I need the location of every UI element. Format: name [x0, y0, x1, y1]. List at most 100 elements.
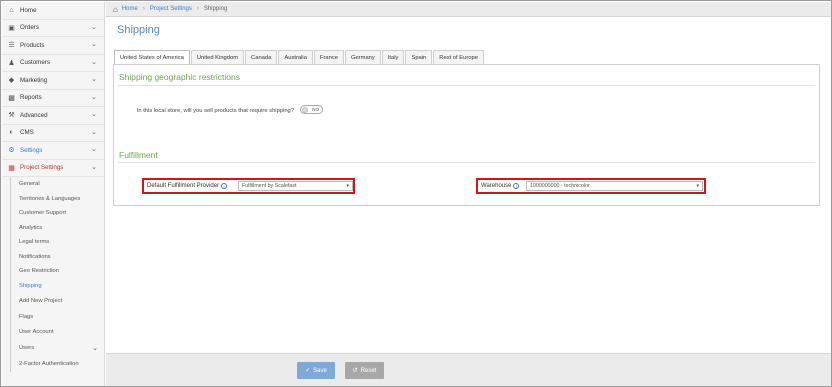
sidebar-item-flags[interactable]: Flags: [10, 308, 104, 325]
submenu-item-territories[interactable]: Territories & Languages: [10, 191, 104, 206]
section-title-restrictions: Shipping geographic restrictions: [119, 72, 240, 82]
sidebar-item-label: Home: [20, 6, 37, 14]
breadcrumb-separator-icon: ›: [196, 6, 199, 12]
app-window: ⌂ Home ▣ Orders ⌄ ☰ Products ⌄ ♟ Custome…: [0, 0, 832, 387]
tag-icon: ◆: [8, 77, 15, 85]
reset-button-label: Reset: [360, 367, 377, 374]
submenu-item-customer-support[interactable]: Customer Support: [10, 206, 104, 221]
sidebar-item-advanced[interactable]: ⚒ Advanced ⌄: [2, 107, 104, 125]
submenu-item-geo-restriction[interactable]: Geo Restriction: [10, 264, 104, 279]
sidebar-item-label: Add New Project: [19, 297, 63, 304]
list-icon: ☰: [8, 42, 15, 50]
sidebar-item-cms[interactable]: ◐ CMS ⌄: [2, 125, 104, 142]
shipping-toggle[interactable]: NO: [300, 105, 323, 114]
main-content: Shipping United States of America United…: [106, 17, 831, 353]
chevron-down-icon: ⌄: [91, 111, 97, 118]
sidebar-item-reports[interactable]: ▩ Reports ⌄: [2, 90, 104, 107]
save-button[interactable]: ✓ Save: [297, 362, 335, 379]
cart-icon: ▣: [8, 24, 15, 32]
breadcrumb-project-settings-link[interactable]: Project Settings: [150, 6, 192, 12]
section-title-fulfillment: Fulfillment: [119, 150, 158, 160]
chevron-down-icon: ⌄: [91, 23, 97, 31]
sidebar-item-home[interactable]: ⌂ Home: [2, 2, 104, 20]
tab-australia[interactable]: Australia: [278, 50, 313, 64]
check-icon: ✓: [305, 368, 311, 374]
fulfillment-provider-select[interactable]: Fulfillment by Scalefast ▾: [238, 181, 353, 191]
sidebar-item-products[interactable]: ☰ Products ⌄: [2, 37, 104, 55]
bar-chart-icon: ▩: [8, 94, 15, 102]
sidebar-item-customers[interactable]: ♟ Customers ⌄: [2, 55, 104, 72]
users-icon: ♟: [8, 59, 15, 67]
sidebar-item-marketing[interactable]: ◆ Marketing ⌄: [2, 72, 104, 90]
sidebar-item-label: Customers: [20, 59, 50, 67]
sidebar-item-label: Flags: [19, 313, 34, 320]
sidebar-item-label: Products: [20, 41, 45, 49]
sidebar-item-label: Reports: [20, 94, 42, 102]
submenu-item-shipping[interactable]: Shipping: [10, 278, 104, 293]
sidebar-item-label: Orders: [20, 24, 39, 32]
toggle-state-label: NO: [312, 107, 319, 112]
section-divider: [118, 85, 815, 86]
select-value: 1000000000 - technicolor: [530, 183, 590, 189]
tab-germany[interactable]: Germany: [344, 50, 381, 64]
tab-france[interactable]: France: [313, 50, 344, 64]
caret-down-icon: ▾: [346, 183, 349, 189]
warehouse-field: Warehouse i 1000000000 - technicolor ▾: [476, 178, 706, 194]
fulfillment-provider-field: Default Fulfillment Provider i Fulfillme…: [142, 178, 355, 194]
breadcrumb: ⌂ Home › Project Settings › Shipping: [106, 2, 831, 17]
page-title: Shipping: [117, 24, 160, 36]
chevron-down-icon: ⌄: [91, 41, 97, 48]
chevron-down-icon: ⌄: [92, 345, 98, 353]
sidebar-item-orders[interactable]: ▣ Orders ⌄: [2, 20, 104, 37]
chevron-down-icon: ⌄: [91, 146, 97, 153]
sidebar-item-2fa[interactable]: 2-Factor Authentication: [10, 356, 104, 372]
home-icon: ⌂: [9, 6, 14, 14]
save-button-label: Save: [313, 367, 327, 374]
sidebar-item-label: CMS: [20, 129, 34, 137]
section-divider: [118, 162, 815, 163]
submenu-item-legal-terms[interactable]: Legal terms: [10, 235, 104, 250]
tab-panel: Shipping geographic restrictions In this…: [113, 64, 820, 206]
tab-rest-of-europe[interactable]: Rest of Europe: [433, 50, 484, 64]
warehouse-label: Warehouse: [481, 183, 512, 189]
breadcrumb-current: Shipping: [203, 6, 228, 12]
sidebar-item-label: Advanced: [20, 111, 48, 119]
sidebar-item-label: Marketing: [20, 76, 48, 84]
sidebar-item-settings[interactable]: ⚙ Settings ⌄: [2, 142, 104, 160]
info-icon[interactable]: i: [221, 183, 228, 189]
sidebar-item-users[interactable]: Users ⌄: [10, 340, 104, 357]
cogs-icon: ⚙: [8, 147, 15, 155]
chevron-down-icon: ⌄: [91, 58, 97, 66]
tab-united-kingdom[interactable]: United Kingdom: [190, 50, 245, 64]
reset-button[interactable]: ↺ Reset: [345, 362, 384, 379]
tab-united-states[interactable]: United States of America: [114, 50, 190, 65]
sidebar: ⌂ Home ▣ Orders ⌄ ☰ Products ⌄ ♟ Custome…: [2, 2, 105, 386]
tab-spain[interactable]: Spain: [405, 50, 433, 64]
select-value: Fulfillment by Scalefast: [242, 183, 297, 189]
sidebar-item-add-new-project[interactable]: Add New Project: [10, 293, 104, 309]
chevron-down-icon: ⌄: [91, 93, 97, 101]
submenu-item-notifications[interactable]: Notifications: [10, 249, 104, 264]
sidebar-item-label: Users: [19, 345, 35, 352]
tab-italy[interactable]: Italy: [381, 50, 405, 64]
submenu-item-analytics[interactable]: Analytics: [10, 220, 104, 235]
briefcase-icon: ▦: [8, 164, 15, 172]
info-icon[interactable]: i: [513, 183, 520, 189]
wrench-icon: ⚒: [8, 112, 15, 120]
breadcrumb-separator-icon: ›: [142, 6, 145, 12]
warehouse-select[interactable]: 1000000000 - technicolor ▾: [526, 181, 703, 191]
chevron-down-icon: ⌄: [91, 163, 97, 171]
action-bar: ✓ Save ↺ Reset: [106, 353, 831, 386]
submenu-item-general[interactable]: General: [10, 177, 104, 192]
shipping-question-label: In this local store, will you sell produ…: [136, 108, 294, 114]
sidebar-item-label: User Account: [19, 329, 54, 336]
home-icon: ⌂: [113, 4, 118, 14]
caret-down-icon: ▾: [696, 183, 699, 189]
undo-icon: ↺: [352, 368, 358, 374]
breadcrumb-home-link[interactable]: Home: [122, 6, 138, 12]
sidebar-item-project-settings[interactable]: ▦ Project Settings ⌄: [2, 160, 104, 177]
fulfillment-provider-label: Default Fulfillment Provider: [147, 183, 220, 189]
toggle-knob: [302, 107, 308, 113]
sidebar-item-user-account[interactable]: User Account: [10, 324, 104, 341]
tab-canada[interactable]: Canada: [245, 50, 278, 64]
